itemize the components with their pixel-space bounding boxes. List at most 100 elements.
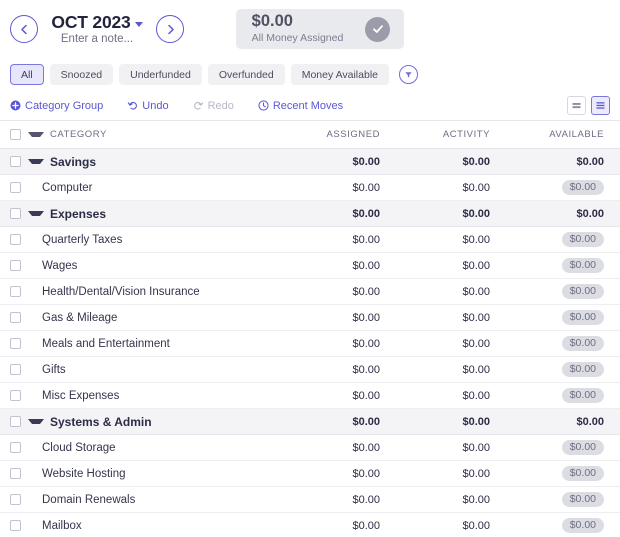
collapse-caret-icon[interactable] (28, 159, 44, 164)
assigned-value[interactable]: $0.00 (280, 338, 390, 350)
category-group-row[interactable]: Savings$0.00$0.00$0.00 (0, 149, 620, 175)
select-all-checkbox[interactable] (10, 129, 21, 140)
next-month-button[interactable] (156, 15, 184, 43)
category-row[interactable]: Gas & Mileage$0.00$0.00$0.00 (0, 305, 620, 331)
category-cell: Gas & Mileage (28, 312, 280, 324)
column-header-available-cell: AVAILABLE (500, 129, 620, 140)
checkmark-icon (371, 22, 385, 36)
recent-moves-button[interactable]: Recent Moves (258, 100, 343, 112)
available-cell: $0.00 (500, 232, 620, 248)
category-row[interactable]: Computer$0.00$0.00$0.00 (0, 175, 620, 201)
check-circle-icon (365, 17, 390, 42)
category-row[interactable]: Domain Renewals$0.00$0.00$0.00 (0, 487, 620, 513)
category-label: Domain Renewals (28, 494, 135, 506)
category-row[interactable]: Meals and Entertainment$0.00$0.00$0.00 (0, 331, 620, 357)
assigned-value[interactable]: $0.00 (280, 364, 390, 376)
filter-funnel-button[interactable] (399, 65, 418, 84)
row-checkbox[interactable] (10, 286, 21, 297)
filter-pill-underfunded[interactable]: Underfunded (119, 64, 202, 85)
row-checkbox[interactable] (10, 468, 21, 479)
row-checkbox[interactable] (10, 312, 21, 323)
category-row[interactable]: Wages$0.00$0.00$0.00 (0, 253, 620, 279)
available-value[interactable]: $0.00 (562, 232, 604, 248)
category-group-row[interactable]: Systems & Admin$0.00$0.00$0.00 (0, 409, 620, 435)
filter-pill-snoozed[interactable]: Snoozed (50, 64, 113, 85)
row-checkbox[interactable] (10, 260, 21, 271)
available-value[interactable]: $0.00 (562, 284, 604, 300)
assigned-value[interactable]: $0.00 (280, 442, 390, 454)
category-row[interactable]: Misc Expenses$0.00$0.00$0.00 (0, 383, 620, 409)
money-assigned-card[interactable]: $0.00 All Money Assigned (236, 9, 405, 49)
activity-value: $0.00 (390, 234, 500, 246)
summary-wrap: $0.00 All Money Assigned (184, 9, 450, 49)
month-note-input[interactable]: Enter a note... (61, 33, 133, 45)
month-title: OCT 2023 (51, 13, 130, 31)
available-value[interactable]: $0.00 (562, 388, 604, 404)
assigned-value[interactable]: $0.00 (280, 494, 390, 506)
undo-button[interactable]: Undo (127, 100, 168, 112)
category-row[interactable]: Mailbox$0.00$0.00$0.00 (0, 513, 620, 537)
row-checkbox[interactable] (10, 208, 21, 219)
category-row[interactable]: Website Hosting$0.00$0.00$0.00 (0, 461, 620, 487)
row-checkbox[interactable] (10, 234, 21, 245)
row-checkbox[interactable] (10, 442, 21, 453)
row-checkbox[interactable] (10, 494, 21, 505)
category-label: Cloud Storage (28, 442, 116, 454)
activity-value: $0.00 (390, 494, 500, 506)
month-selector[interactable]: OCT 2023 (51, 13, 142, 31)
assigned-value[interactable]: $0.00 (280, 156, 390, 168)
assigned-value[interactable]: $0.00 (280, 286, 390, 298)
assigned-value[interactable]: $0.00 (280, 208, 390, 220)
available-value[interactable]: $0.00 (562, 518, 604, 534)
previous-month-button[interactable] (10, 15, 38, 43)
assigned-value[interactable]: $0.00 (280, 312, 390, 324)
row-checkbox[interactable] (10, 364, 21, 375)
category-row[interactable]: Cloud Storage$0.00$0.00$0.00 (0, 435, 620, 461)
collapse-caret-icon[interactable] (28, 211, 44, 216)
assigned-value[interactable]: $0.00 (280, 234, 390, 246)
available-cell: $0.00 (500, 156, 620, 168)
compact-view-button[interactable] (567, 96, 586, 115)
row-checkbox[interactable] (10, 156, 21, 167)
assigned-value[interactable]: $0.00 (280, 416, 390, 428)
available-value[interactable]: $0.00 (562, 466, 604, 482)
category-cell: Mailbox (28, 520, 280, 532)
plus-circle-icon (10, 100, 21, 111)
available-value[interactable]: $0.00 (562, 440, 604, 456)
assigned-value[interactable]: $0.00 (280, 520, 390, 532)
redo-button: Redo (193, 100, 234, 112)
category-label: Gas & Mileage (28, 312, 117, 324)
row-checkbox[interactable] (10, 182, 21, 193)
filter-pill-overfunded[interactable]: Overfunded (208, 64, 285, 85)
assigned-value[interactable]: $0.00 (280, 182, 390, 194)
available-cell: $0.00 (500, 416, 620, 428)
filter-pill-money-available[interactable]: Money Available (291, 64, 389, 85)
row-checkbox[interactable] (10, 390, 21, 401)
category-group-row[interactable]: Expenses$0.00$0.00$0.00 (0, 201, 620, 227)
assigned-value[interactable]: $0.00 (280, 468, 390, 480)
available-value[interactable]: $0.00 (562, 362, 604, 378)
row-checkbox[interactable] (10, 338, 21, 349)
add-category-group-button[interactable]: Category Group (10, 100, 103, 112)
available-cell: $0.00 (500, 258, 620, 274)
category-row[interactable]: Gifts$0.00$0.00$0.00 (0, 357, 620, 383)
detailed-view-button[interactable] (591, 96, 610, 115)
category-cell: Gifts (28, 364, 280, 376)
category-row[interactable]: Quarterly Taxes$0.00$0.00$0.00 (0, 227, 620, 253)
category-row[interactable]: Health/Dental/Vision Insurance$0.00$0.00… (0, 279, 620, 305)
assigned-value[interactable]: $0.00 (280, 260, 390, 272)
available-value[interactable]: $0.00 (562, 492, 604, 508)
available-value[interactable]: $0.00 (562, 310, 604, 326)
row-checkbox[interactable] (10, 520, 21, 531)
available-value[interactable]: $0.00 (562, 180, 604, 196)
available-value[interactable]: $0.00 (562, 336, 604, 352)
category-label: Systems & Admin (50, 415, 152, 429)
undo-label: Undo (142, 100, 168, 112)
row-checkbox[interactable] (10, 416, 21, 427)
view-mode-toggles (567, 96, 610, 115)
collapse-all-caret-icon[interactable] (28, 132, 44, 137)
available-value[interactable]: $0.00 (562, 258, 604, 274)
filter-pill-all[interactable]: All (10, 64, 44, 85)
collapse-caret-icon[interactable] (28, 419, 44, 424)
assigned-value[interactable]: $0.00 (280, 390, 390, 402)
